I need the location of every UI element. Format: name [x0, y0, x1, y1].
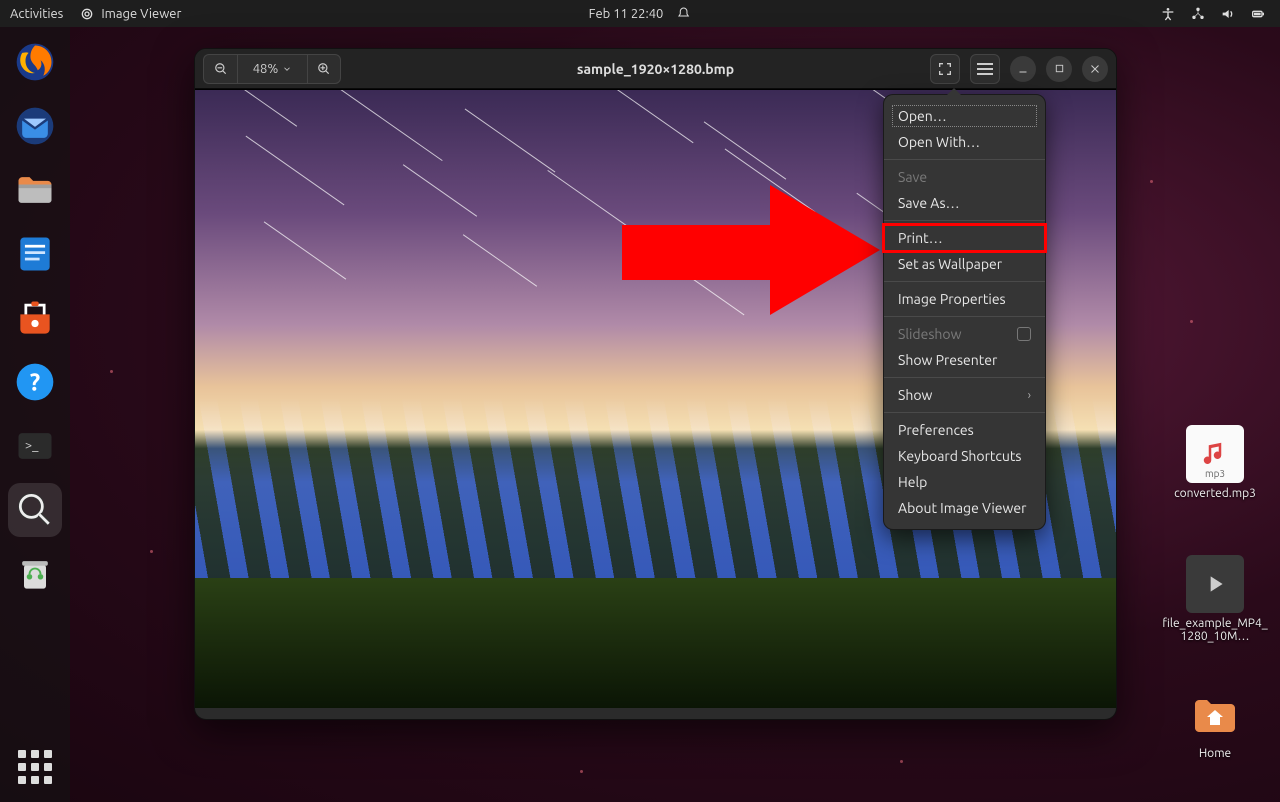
video-icon [1186, 555, 1244, 613]
activities-button[interactable]: Activities [10, 7, 63, 21]
svg-text:?: ? [30, 368, 40, 395]
maximize-icon [1054, 63, 1065, 74]
show-apps-button[interactable] [14, 746, 56, 788]
menu-separator [884, 412, 1045, 413]
network-icon[interactable] [1190, 6, 1206, 22]
zoom-level-dropdown[interactable]: 48% [237, 54, 307, 84]
menu-separator [884, 281, 1045, 282]
menu-save-as[interactable]: Save As… [884, 190, 1045, 216]
maximize-button[interactable] [1046, 56, 1072, 82]
menu-separator [884, 159, 1045, 160]
window-title: sample_1920×1280.bmp [577, 61, 734, 77]
menu-open[interactable]: Open… [890, 103, 1039, 129]
dock-trash[interactable] [8, 547, 62, 601]
folder-home-icon [1186, 685, 1244, 743]
dock-image-viewer[interactable] [8, 483, 62, 537]
dock-terminal[interactable]: >_ [8, 419, 62, 473]
zoom-in-icon [317, 62, 331, 76]
menu-separator [884, 377, 1045, 378]
annotation-arrow [622, 185, 882, 315]
hamburger-menu-button[interactable] [970, 54, 1000, 84]
dock-help[interactable]: ? [8, 355, 62, 409]
dock-firefox[interactable] [8, 35, 62, 89]
menu-open-with[interactable]: Open With… [884, 129, 1045, 155]
menu-separator [884, 220, 1045, 221]
ubuntu-dock: ? >_ [0, 27, 70, 802]
accessibility-icon[interactable] [1160, 6, 1176, 22]
menu-show-presenter[interactable]: Show Presenter [884, 347, 1045, 373]
menu-preferences[interactable]: Preferences [884, 417, 1045, 443]
fullscreen-icon [937, 61, 953, 77]
dock-files[interactable] [8, 163, 62, 217]
zoom-in-button[interactable] [307, 54, 341, 84]
dock-writer[interactable] [8, 227, 62, 281]
minimize-icon [1017, 63, 1029, 75]
menu-image-properties[interactable]: Image Properties [884, 286, 1045, 312]
menu-slideshow: Slideshow [884, 321, 1045, 347]
menu-about[interactable]: About Image Viewer [884, 495, 1045, 521]
dock-thunderbird[interactable] [8, 99, 62, 153]
image-viewer-icon [79, 6, 95, 22]
zoom-out-icon [214, 62, 228, 76]
menu-set-wallpaper[interactable]: Set as Wallpaper [884, 251, 1045, 277]
menu-show-submenu[interactable]: Show › [884, 382, 1045, 408]
close-icon [1089, 63, 1101, 75]
battery-icon[interactable] [1250, 6, 1266, 22]
menu-help[interactable]: Help [884, 469, 1045, 495]
menu-print[interactable]: Print… [884, 225, 1045, 251]
dock-software[interactable] [8, 291, 62, 345]
window-titlebar: 48% sample_1920×1280.bmp [195, 49, 1116, 89]
desktop-folder-home[interactable]: Home [1160, 685, 1270, 760]
minimize-button[interactable] [1010, 56, 1036, 82]
menu-save: Save [884, 164, 1045, 190]
hamburger-icon [977, 68, 993, 70]
svg-text:>_: >_ [25, 439, 39, 453]
chevron-down-icon [282, 64, 292, 74]
hamburger-menu-popover: Open… Open With… Save Save As… Print… Se… [883, 94, 1046, 530]
chevron-right-icon: › [1028, 389, 1031, 402]
desktop-file-mp3[interactable]: mp3 converted.mp3 [1160, 425, 1270, 500]
checkbox-icon [1017, 327, 1031, 341]
gnome-topbar: Activities Image Viewer Feb 11 22:40 [0, 0, 1280, 27]
notification-icon[interactable] [675, 6, 691, 22]
volume-icon[interactable] [1220, 6, 1236, 22]
zoom-out-button[interactable] [203, 54, 237, 84]
close-button[interactable] [1082, 56, 1108, 82]
clock[interactable]: Feb 11 22:40 [589, 7, 664, 21]
menu-separator [884, 316, 1045, 317]
audio-icon: mp3 [1186, 425, 1244, 483]
desktop-file-mp4[interactable]: file_example_MP4_1280_10M… [1160, 555, 1270, 643]
menu-keyboard-shortcuts[interactable]: Keyboard Shortcuts [884, 443, 1045, 469]
fullscreen-button[interactable] [930, 54, 960, 84]
app-indicator[interactable]: Image Viewer [79, 6, 181, 22]
